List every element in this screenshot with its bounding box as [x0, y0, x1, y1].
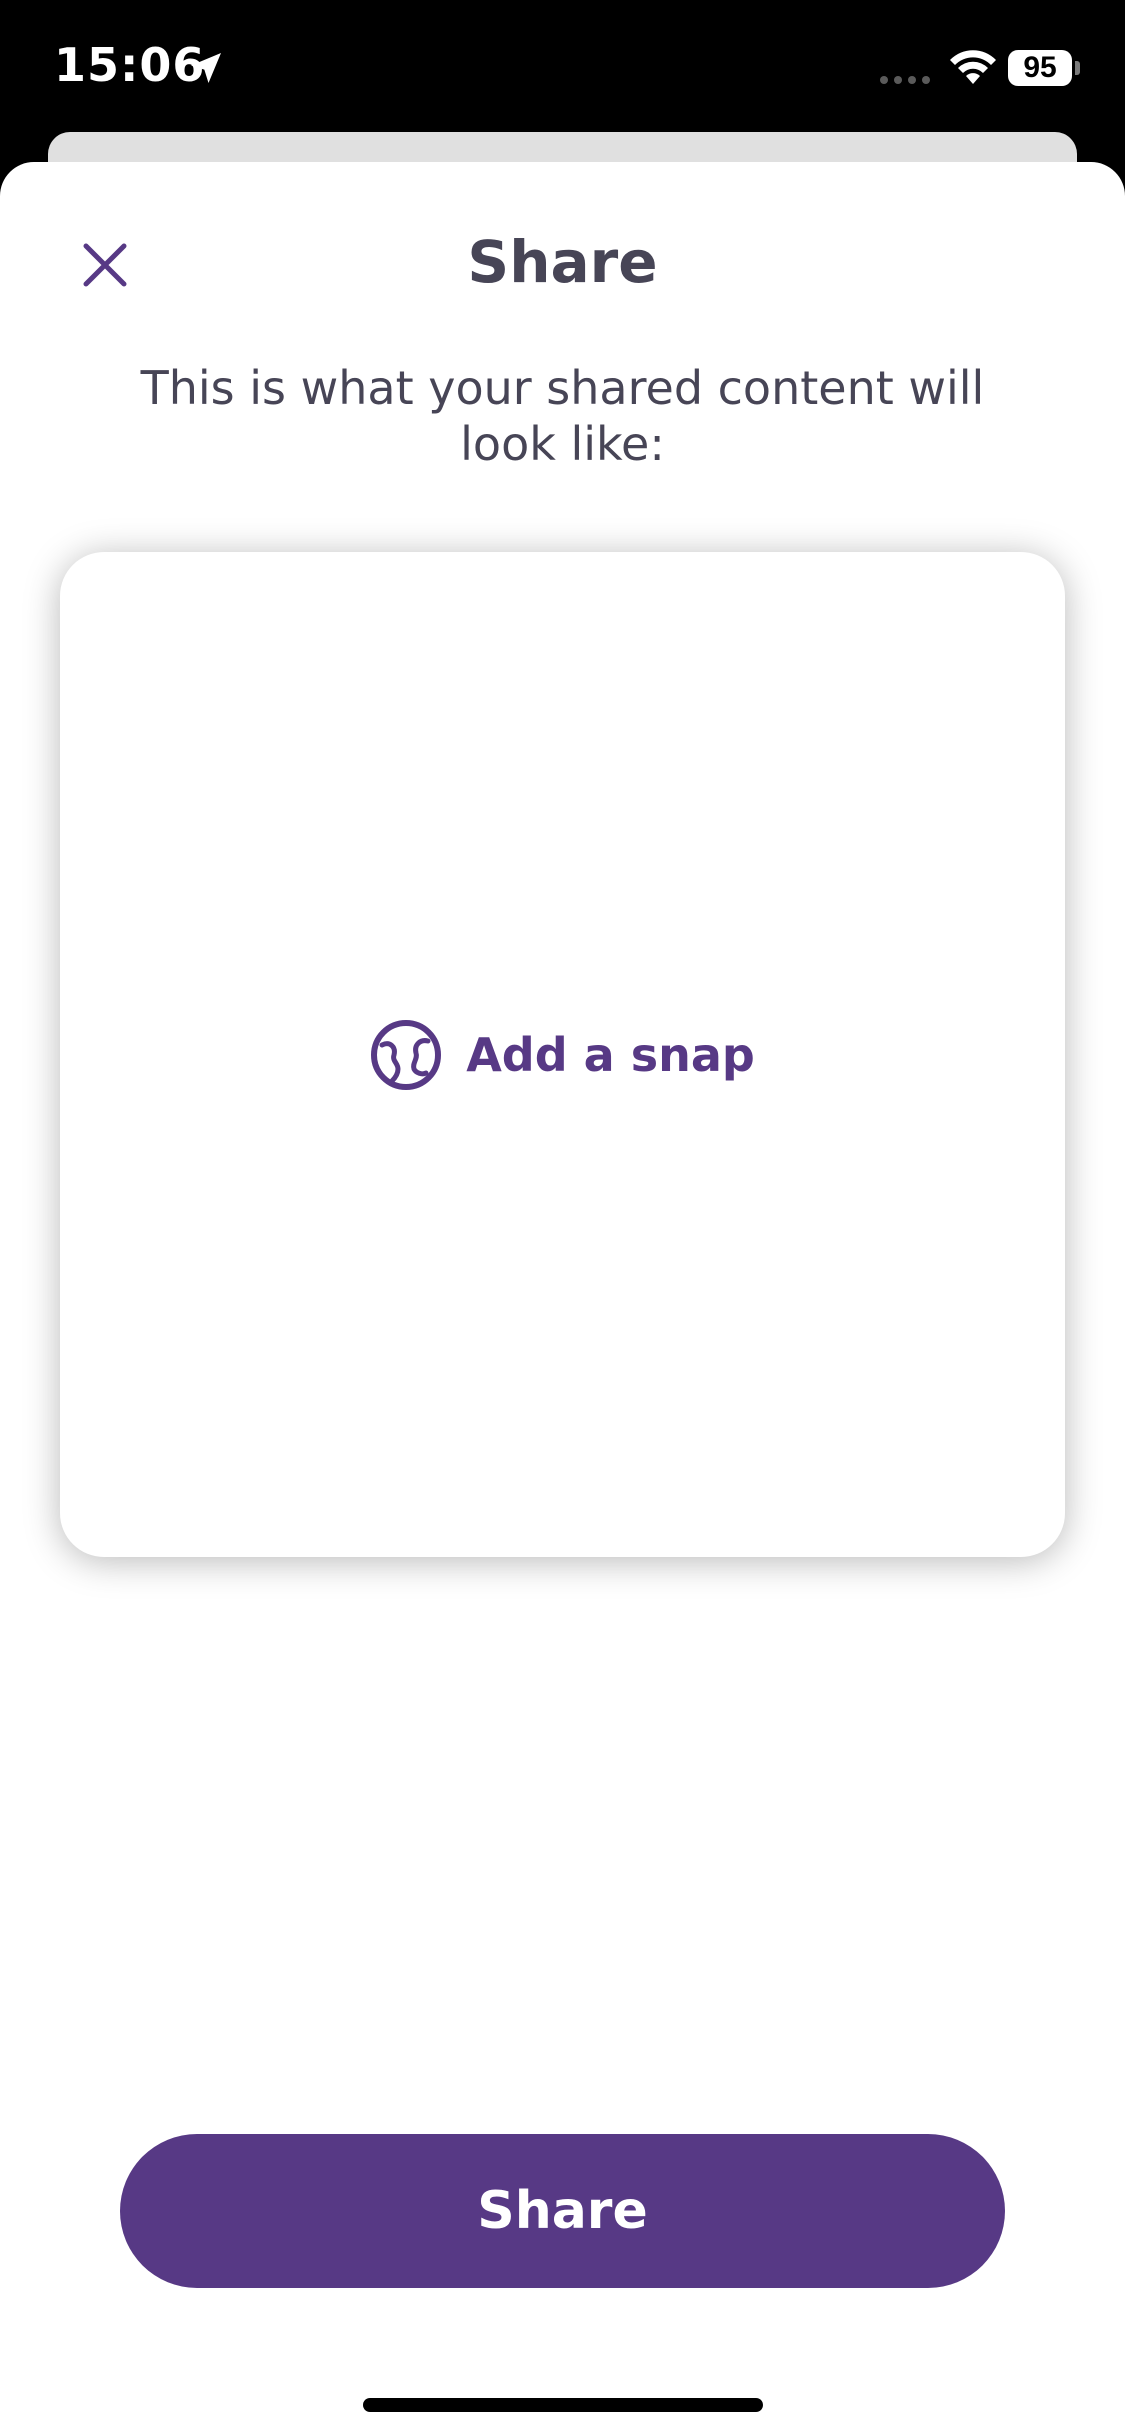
battery-tip	[1075, 61, 1080, 75]
add-snap-label: Add a snap	[466, 1027, 755, 1082]
share-preview-card: Add a snap	[60, 552, 1065, 1557]
sheet-subtitle: This is what your shared content will lo…	[140, 361, 985, 471]
battery-indicator: 95	[1008, 50, 1072, 86]
status-time: 15:06	[54, 38, 206, 92]
add-snap-button[interactable]: Add a snap	[370, 1019, 755, 1091]
cellular-signal-icon	[880, 76, 930, 84]
wifi-icon	[950, 50, 996, 84]
sheet-title: Share	[467, 228, 658, 296]
location-arrow-icon	[191, 53, 221, 83]
home-indicator	[363, 2398, 763, 2412]
globe-icon	[371, 1019, 442, 1090]
share-button[interactable]: Share	[120, 2134, 1005, 2288]
status-bar: 15:06 95	[0, 0, 1125, 132]
